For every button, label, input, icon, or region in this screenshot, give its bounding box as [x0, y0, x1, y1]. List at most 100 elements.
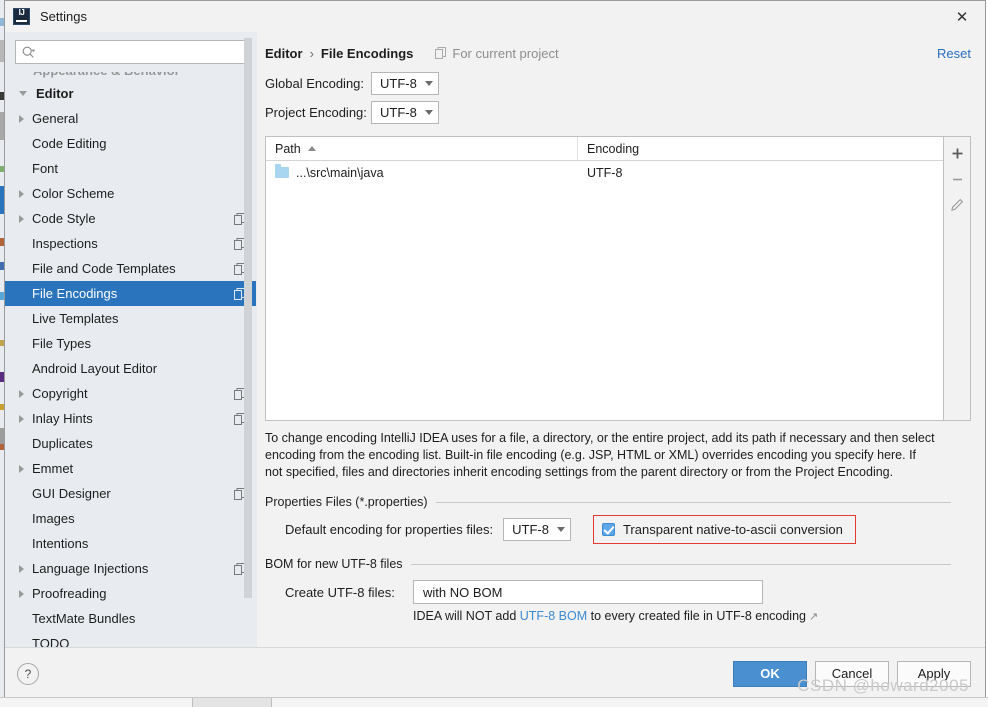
- chevron-right-icon[interactable]: [19, 214, 32, 223]
- sidebar-item-label: Images: [32, 511, 75, 526]
- dialog-footer: ? OK Cancel Apply CSDN @howard2005: [5, 647, 985, 699]
- properties-files-group-title: Properties Files (*.properties): [265, 495, 428, 509]
- transparent-native-to-ascii-label: Transparent native-to-ascii conversion: [622, 521, 843, 537]
- column-header-path[interactable]: Path: [266, 137, 578, 160]
- sidebar-item-android-layout-editor[interactable]: Android Layout Editor: [5, 356, 256, 381]
- sidebar-item-label: Code Editing: [32, 136, 107, 151]
- sidebar-item-textmate-bundles[interactable]: TextMate Bundles: [5, 606, 256, 631]
- screenshot-root: Settings ✕: [0, 0, 988, 707]
- sidebar-item-emmet[interactable]: Emmet: [5, 456, 256, 481]
- chevron-right-icon[interactable]: [19, 564, 32, 573]
- ok-button[interactable]: OK: [733, 660, 807, 687]
- table-cell-path: ...\src\main\java: [266, 164, 578, 180]
- global-encoding-select[interactable]: UTF-8: [371, 72, 439, 95]
- column-header-encoding[interactable]: Encoding: [578, 137, 943, 160]
- sidebar-item-file-encodings[interactable]: File Encodings: [5, 281, 256, 306]
- sidebar-item-label: TextMate Bundles: [32, 611, 136, 626]
- sidebar-item-gui-designer[interactable]: GUI Designer: [5, 481, 256, 506]
- breadcrumb-parent[interactable]: Editor: [265, 46, 303, 61]
- bom-note: IDEA will NOT add UTF-8 BOM to every cre…: [413, 609, 971, 623]
- folder-icon: [275, 164, 289, 178]
- sidebar-item-color-scheme[interactable]: Color Scheme: [5, 181, 256, 206]
- sidebar-item-label: Live Templates: [32, 311, 119, 326]
- intellij-idea-logo-icon: [13, 8, 30, 25]
- table-header-row: Path Encoding: [266, 137, 943, 161]
- add-path-button[interactable]: [945, 140, 970, 166]
- sidebar-item-label: Android Layout Editor: [32, 361, 158, 376]
- sidebar-item-language-injections[interactable]: Language Injections: [5, 556, 256, 581]
- column-header-encoding-label: Encoding: [587, 141, 640, 156]
- sidebar-item-code-editing[interactable]: Code Editing: [5, 131, 256, 156]
- sidebar-item-images[interactable]: Images: [5, 506, 256, 531]
- project-encoding-value: UTF-8: [380, 105, 417, 120]
- sidebar-item-copyright[interactable]: Copyright: [5, 381, 256, 406]
- create-utf8-files-value: with NO BOM: [423, 584, 503, 600]
- default-properties-encoding-value: UTF-8: [512, 521, 549, 537]
- help-button[interactable]: ?: [17, 662, 39, 685]
- sidebar-item-general[interactable]: General: [5, 106, 256, 131]
- encodings-table: Path Encoding ...\src\main\java UTF-8: [265, 136, 944, 421]
- sidebar-item-file-types[interactable]: File Types: [5, 331, 256, 356]
- settings-dialog: Settings ✕: [4, 0, 986, 700]
- sidebar-item-label: File Encodings: [32, 286, 118, 301]
- search-icon: [22, 46, 35, 59]
- chevron-right-icon[interactable]: [19, 414, 32, 423]
- default-properties-encoding-select[interactable]: UTF-8: [503, 517, 571, 541]
- chevron-right-icon[interactable]: [19, 589, 32, 598]
- sidebar-item-label: Emmet: [32, 461, 74, 476]
- project-encoding-label: Project Encoding:: [265, 105, 367, 120]
- global-encoding-value: UTF-8: [380, 76, 417, 91]
- table-row[interactable]: ...\src\main\java UTF-8: [266, 161, 943, 184]
- sidebar-scrollbar[interactable]: [244, 38, 252, 598]
- global-encoding-label: Global Encoding:: [265, 76, 365, 91]
- apply-button[interactable]: Apply: [897, 660, 971, 687]
- dialog-body: Appearance & Behavior Editor General Code …: [5, 32, 985, 647]
- settings-tree: Appearance & Behavior Editor General Code …: [5, 70, 256, 647]
- bom-group-header: BOM for new UTF-8 files: [265, 557, 971, 571]
- sidebar-item-live-templates[interactable]: Live Templates: [5, 306, 256, 331]
- global-encoding-row: Global Encoding: UTF-8: [265, 70, 971, 97]
- search-input[interactable]: [39, 44, 239, 60]
- dialog-titlebar: Settings ✕: [5, 1, 985, 32]
- close-icon[interactable]: ✕: [939, 1, 985, 32]
- sidebar-item-todo[interactable]: TODO: [5, 631, 256, 647]
- chevron-down-icon: [424, 81, 433, 86]
- search-box[interactable]: [15, 40, 246, 64]
- sidebar-item-duplicates[interactable]: Duplicates: [5, 431, 256, 456]
- edit-path-button[interactable]: [945, 192, 970, 218]
- sidebar-item-label: GUI Designer: [32, 486, 111, 501]
- chevron-right-icon[interactable]: [19, 464, 32, 473]
- sidebar-item-inlay-hints[interactable]: Inlay Hints: [5, 406, 256, 431]
- sidebar-item-file-and-code-templates[interactable]: File and Code Templates: [5, 256, 256, 281]
- sidebar-item-proofreading[interactable]: Proofreading: [5, 581, 256, 606]
- sidebar-item-inspections[interactable]: Inspections: [5, 231, 256, 256]
- project-encoding-select[interactable]: UTF-8: [371, 101, 439, 124]
- sidebar-item-code-style[interactable]: Code Style: [5, 206, 256, 231]
- chevron-right-icon[interactable]: [19, 189, 32, 198]
- transparent-native-to-ascii-checkbox[interactable]: [601, 522, 615, 536]
- group-divider: [435, 501, 951, 503]
- chevron-down-icon[interactable]: [19, 91, 32, 96]
- sidebar-item-label: File Types: [32, 336, 92, 351]
- settings-content-panel: Editor › File Encodings For current proj…: [257, 32, 985, 647]
- create-utf8-files-select[interactable]: with NO BOM: [413, 580, 763, 604]
- background-ide-tab: [192, 698, 272, 707]
- bom-group-title: BOM for new UTF-8 files: [265, 557, 403, 571]
- reset-link[interactable]: Reset: [937, 46, 971, 61]
- sidebar-item-intentions[interactable]: Intentions: [5, 531, 256, 556]
- sidebar-item-font[interactable]: Font: [5, 156, 256, 181]
- chevron-down-icon: [424, 110, 433, 115]
- remove-path-button[interactable]: [945, 166, 970, 192]
- sidebar-item-label: Inspections: [32, 236, 98, 251]
- chevron-right-icon[interactable]: [19, 389, 32, 398]
- encodings-table-area: Path Encoding ...\src\main\java UTF-8: [265, 136, 971, 421]
- default-properties-encoding-label: Default encoding for properties files:: [285, 521, 494, 537]
- sidebar-item-label: Color Scheme: [32, 186, 115, 201]
- chevron-right-icon[interactable]: [19, 114, 32, 123]
- cancel-button[interactable]: Cancel: [815, 660, 889, 687]
- transparent-conversion-highlight: Transparent native-to-ascii conversion: [592, 514, 856, 544]
- utf8-bom-link[interactable]: UTF-8 BOM: [520, 609, 587, 623]
- table-cell-path-text: ...\src\main\java: [296, 165, 384, 180]
- sidebar-item-editor[interactable]: Editor: [5, 81, 256, 106]
- table-cell-encoding: UTF-8: [578, 166, 943, 180]
